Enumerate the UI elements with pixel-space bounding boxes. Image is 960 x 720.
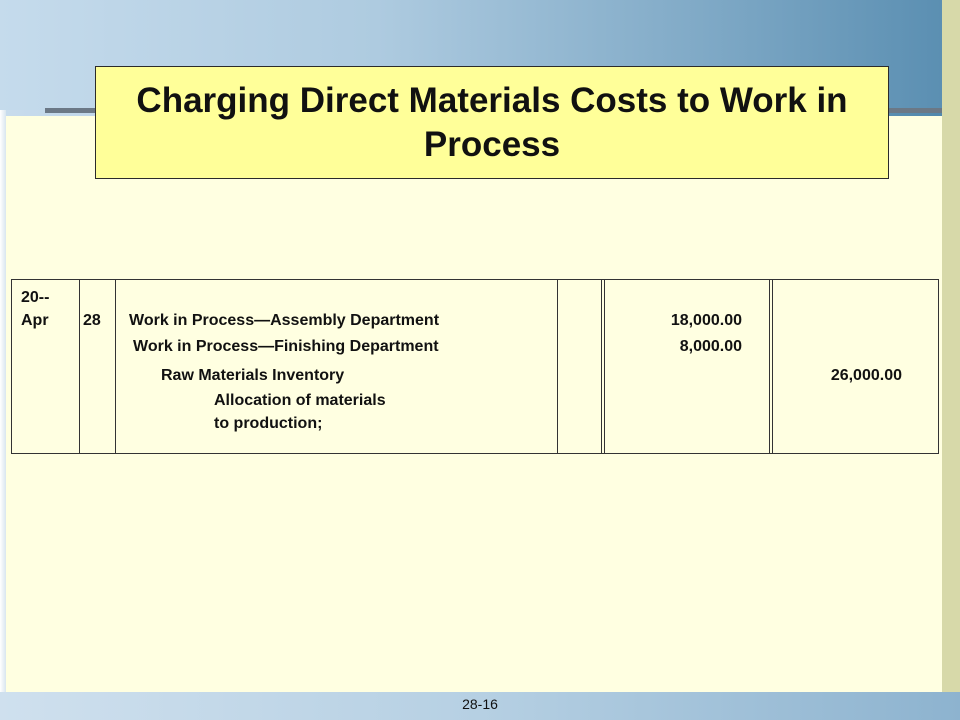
slide-title: Charging Direct Materials Costs to Work … [136,80,848,164]
credit-amount: 26,000.00 [830,367,902,384]
column-divider [557,280,558,453]
title-box: Charging Direct Materials Costs to Work … [95,66,889,179]
explanation-line-1: Allocation of materials [214,392,386,409]
debit-amount-2: 8,000.00 [679,338,742,355]
debit-amount-1: 18,000.00 [670,312,742,329]
column-divider [601,280,602,453]
explanation-line-2: to production; [214,415,323,432]
column-divider [772,280,773,453]
column-divider [115,280,116,453]
column-divider [604,280,605,453]
right-decor-strip [942,0,960,720]
credit-account: Raw Materials Inventory [161,367,345,384]
debit-account-1: Work in Process—Assembly Department [129,312,440,329]
column-divider [769,280,770,453]
debit-account-2: Work in Process—Finishing Department [133,338,439,355]
slide-number: 28-16 [462,696,498,712]
journal-day: 28 [83,312,101,329]
journal-year: 20-- [21,289,50,306]
journal-month: Apr [21,312,49,329]
column-divider [79,280,80,453]
journal-entry-table: 20-- Apr 28 Work in Process—Assembly Dep… [11,279,939,454]
